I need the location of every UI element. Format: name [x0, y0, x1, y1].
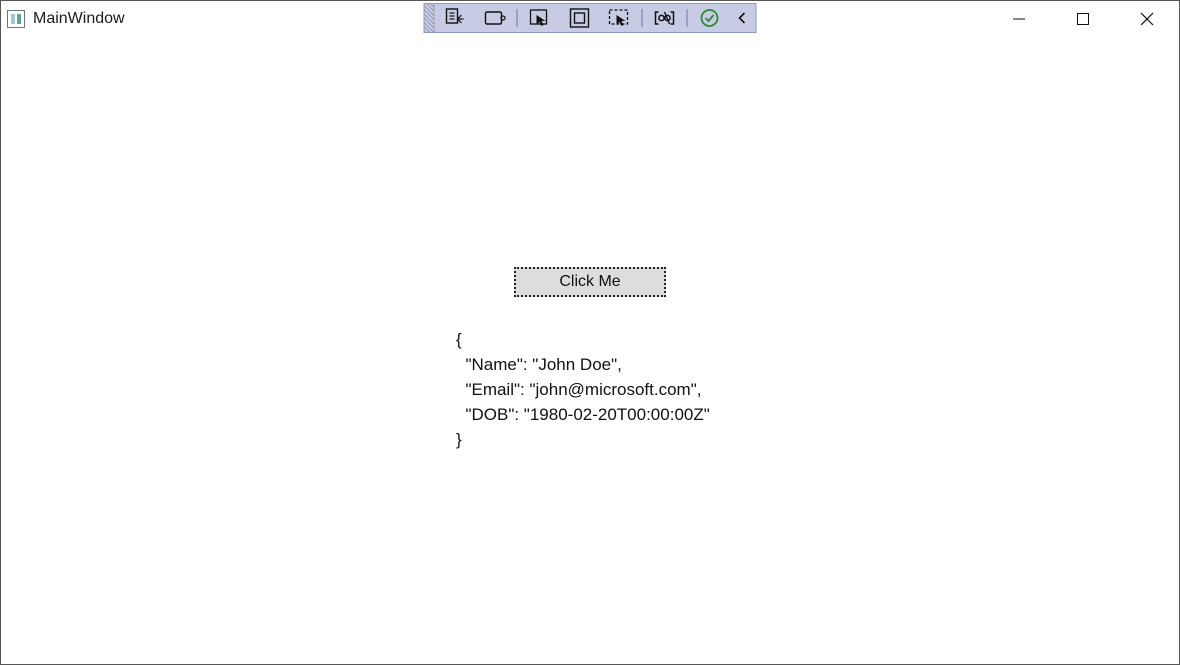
toolbar-separator	[687, 9, 688, 27]
select-element-icon	[529, 7, 551, 29]
xaml-binding-button[interactable]	[645, 4, 685, 32]
xaml-binding-icon	[653, 7, 677, 29]
app-icon	[7, 10, 25, 28]
minimize-icon	[1012, 12, 1026, 26]
maximize-button[interactable]	[1051, 1, 1115, 37]
visual-tree-icon	[444, 7, 466, 29]
chevron-left-icon	[737, 11, 749, 25]
debug-toolbar[interactable]	[424, 3, 757, 33]
main-window: MainWindow	[0, 0, 1180, 665]
hot-reload-icon	[484, 7, 506, 29]
toolbar-grip[interactable]	[425, 4, 435, 32]
hot-reload-button[interactable]	[475, 4, 515, 32]
track-focus-icon	[608, 7, 632, 29]
visual-tree-button[interactable]	[435, 4, 475, 32]
accessibility-check-icon	[700, 8, 720, 28]
click-me-button[interactable]: Click Me	[514, 267, 666, 297]
json-output-text: { "Name": "John Doe", "Email": "john@mic…	[456, 327, 710, 452]
toolbar-separator	[642, 9, 643, 27]
close-icon	[1140, 12, 1154, 26]
accessibility-check-button[interactable]	[690, 4, 730, 32]
window-controls	[987, 1, 1179, 37]
minimize-button[interactable]	[987, 1, 1051, 37]
client-area: Click Me { "Name": "John Doe", "Email": …	[1, 37, 1179, 664]
maximize-icon	[1076, 12, 1090, 26]
window-title: MainWindow	[33, 10, 125, 28]
layout-adorners-icon	[569, 7, 591, 29]
toolbar-collapse-button[interactable]	[730, 4, 756, 32]
track-focus-button[interactable]	[600, 4, 640, 32]
toolbar-separator	[517, 9, 518, 27]
layout-adorners-button[interactable]	[560, 4, 600, 32]
select-element-button[interactable]	[520, 4, 560, 32]
close-button[interactable]	[1115, 1, 1179, 37]
